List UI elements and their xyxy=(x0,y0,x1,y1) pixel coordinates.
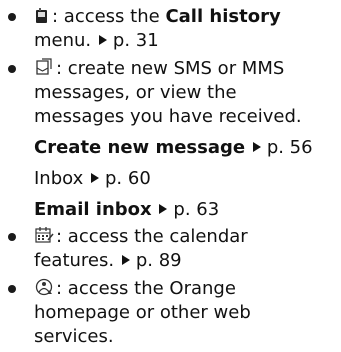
create-new-message-label[interactable]: Create new message xyxy=(34,137,245,158)
create-new-message-page-ref: p. 56 xyxy=(266,137,313,158)
page-ref-arrow-icon xyxy=(91,173,99,183)
email-inbox-label[interactable]: Email inbox xyxy=(34,199,152,220)
email-inbox-page-ref: p. 63 xyxy=(173,199,220,220)
item-messages-line-1: : create new SMS or MMS xyxy=(34,57,284,84)
orange-web-icon xyxy=(34,277,54,304)
item-messages-line-3: messages you have received. xyxy=(34,105,302,129)
link-inbox[interactable]: Inbox p. 60 xyxy=(34,167,151,191)
messages-icon xyxy=(34,57,54,84)
messages-desc-2: messages, or view the xyxy=(34,82,237,103)
inbox-page-ref: p. 60 xyxy=(105,168,151,189)
item-messages-line-2: messages, or view the xyxy=(34,81,237,105)
item-orange-line-1: : access the Orange xyxy=(34,277,236,304)
bullet-dot xyxy=(8,285,16,293)
item-calendar-line-1: : access the calendar xyxy=(34,225,248,252)
calendar-desc-2: features. xyxy=(34,250,115,271)
bullet-dot xyxy=(8,65,16,73)
item-call-history-line-1: : access the Call history xyxy=(34,5,281,32)
manual-page: : access the Call history menu. p. 31 : … xyxy=(0,0,341,352)
inbox-label[interactable]: Inbox xyxy=(34,168,83,189)
page-ref-arrow-icon xyxy=(121,255,130,265)
page-ref-arrow-icon xyxy=(159,204,168,214)
item-call-history-line-2: menu. p. 31 xyxy=(34,29,159,53)
calendar-page-ref: p. 89 xyxy=(135,250,182,271)
item-orange-line-2: homepage or other web xyxy=(34,301,251,325)
call-history-desc-pre: : access the xyxy=(52,6,166,27)
item-orange-line-3: services. xyxy=(34,325,114,349)
calendar-desc-1: : access the calendar xyxy=(56,226,248,247)
page-ref-arrow-icon xyxy=(252,142,261,152)
link-email-inbox[interactable]: Email inbox p. 63 xyxy=(34,198,219,222)
bullet-dot xyxy=(8,233,16,241)
orange-desc-1: : access the Orange xyxy=(56,278,236,299)
page-ref-arrow-icon xyxy=(98,35,107,45)
orange-desc-3: services. xyxy=(34,326,114,347)
orange-desc-2: homepage or other web xyxy=(34,302,251,323)
messages-desc-3: messages you have received. xyxy=(34,106,302,127)
bullet-dot xyxy=(8,13,16,21)
call-history-label: Call history xyxy=(165,6,281,27)
call-history-page-ref: p. 31 xyxy=(112,30,159,51)
link-create-new-message[interactable]: Create new message p. 56 xyxy=(34,136,313,160)
call-history-desc-cont: menu. xyxy=(34,30,92,51)
calendar-icon xyxy=(34,225,54,252)
item-calendar-line-2: features. p. 89 xyxy=(34,249,182,273)
messages-desc-1: : create new SMS or MMS xyxy=(56,58,285,79)
